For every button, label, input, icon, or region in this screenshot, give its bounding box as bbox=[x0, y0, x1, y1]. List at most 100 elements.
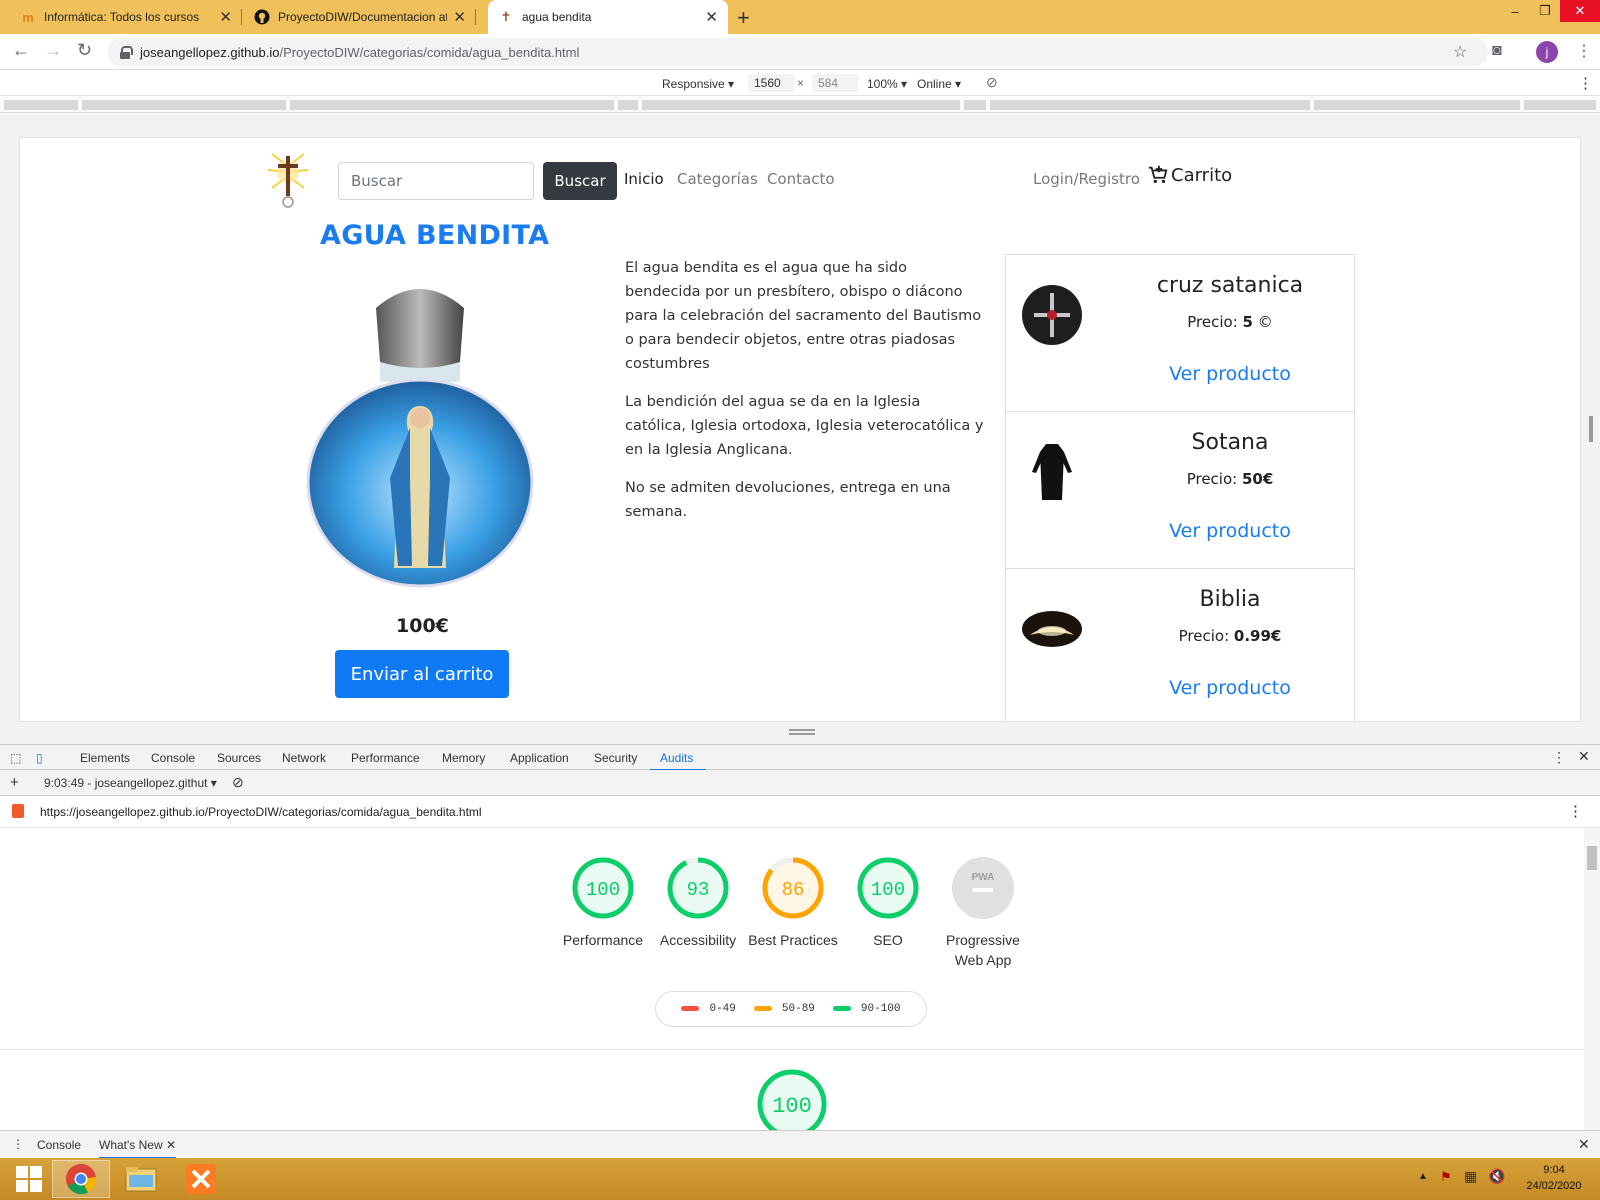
score-gauge-performance[interactable]: 100 Performance bbox=[555, 856, 651, 950]
devtools-drawer: ⋮ Console What's New ✕ ✕ bbox=[0, 1130, 1600, 1159]
close-tab-icon[interactable]: ✕ bbox=[705, 8, 718, 26]
tab-audits[interactable]: Audits bbox=[660, 751, 693, 765]
network-icon[interactable]: ▦ bbox=[1464, 1168, 1477, 1185]
clear-reports-icon[interactable]: ⊘ bbox=[232, 774, 244, 791]
site-logo[interactable] bbox=[267, 152, 309, 210]
profile-avatar[interactable]: j bbox=[1536, 41, 1558, 63]
back-arrow-icon[interactable]: ← bbox=[12, 40, 30, 61]
report-scrollbar[interactable] bbox=[1584, 828, 1600, 1130]
action-center-flag-icon[interactable]: ⚑ bbox=[1440, 1169, 1452, 1185]
drawer-menu-icon[interactable]: ⋮ bbox=[12, 1137, 24, 1151]
new-audit-icon[interactable]: + bbox=[10, 774, 19, 791]
nav-categorias[interactable]: Categorías bbox=[677, 170, 758, 188]
camera-icon[interactable]: ◙ bbox=[1492, 42, 1502, 60]
report-url[interactable]: https://joseangellopez.github.io/Proyect… bbox=[40, 805, 482, 819]
tab-console[interactable]: Console bbox=[151, 751, 195, 765]
score-gauge-accessibility[interactable]: 93 Accessibility bbox=[650, 856, 746, 950]
tab-network[interactable]: Network bbox=[282, 751, 326, 765]
tab-moodle[interactable]: m Informática: Todos los cursos ✕ bbox=[10, 0, 242, 34]
network-throttle-select[interactable]: Online ▾ bbox=[917, 77, 961, 91]
devtools-menu-icon[interactable]: ⋮ bbox=[1552, 749, 1566, 766]
browser-menu-icon[interactable]: ⋮ bbox=[1576, 41, 1592, 61]
description-paragraph: No se admiten devoluciones, entrega en u… bbox=[625, 480, 951, 520]
product-card: Sotana Precio: 50€ Ver producto bbox=[1005, 411, 1355, 569]
tab-performance[interactable]: Performance bbox=[351, 751, 420, 765]
url-path: /ProyectoDIW/categorias/comida/agua_bend… bbox=[279, 44, 580, 60]
new-tab-button[interactable]: + bbox=[737, 5, 750, 31]
viewport-width-input[interactable]: 1560 bbox=[748, 74, 794, 92]
report-select[interactable]: 9:03:49 - joseangellopez.githut ▾ bbox=[44, 776, 217, 790]
device-more-icon[interactable]: ⋮ bbox=[1578, 74, 1593, 92]
cassock-thumbnail[interactable] bbox=[1022, 442, 1082, 502]
nav-cart[interactable]: Carrito bbox=[1147, 164, 1232, 186]
moodle-icon: m bbox=[22, 9, 34, 25]
add-to-cart-button[interactable]: Enviar al carrito bbox=[335, 650, 509, 698]
viewport-width-resize-handle[interactable] bbox=[1589, 416, 1593, 442]
score-label: Performance bbox=[562, 932, 644, 948]
window-close-button[interactable]: ✕ bbox=[1560, 0, 1600, 22]
bible-thumbnail[interactable] bbox=[1022, 599, 1082, 659]
drawer-tab-console[interactable]: Console bbox=[37, 1138, 81, 1152]
taskbar-clock[interactable]: 9:04 24/02/2020 bbox=[1514, 1162, 1594, 1194]
forward-arrow-icon[interactable]: → bbox=[44, 40, 62, 61]
start-button[interactable] bbox=[0, 1160, 58, 1198]
taskbar-chrome[interactable] bbox=[52, 1160, 110, 1198]
devtools-close-icon[interactable]: ✕ bbox=[1578, 748, 1590, 765]
score-gauge-seo[interactable]: 100 SEO bbox=[840, 856, 936, 950]
score-label: SEO bbox=[873, 932, 903, 948]
score-value: 100 bbox=[586, 879, 620, 901]
description-paragraph: El agua bendita es el agua que ha sido b… bbox=[625, 260, 982, 372]
score-gauge-progressive-web-app[interactable]: PWA Progressive Web App bbox=[935, 856, 1031, 970]
tab-application[interactable]: Application bbox=[510, 751, 569, 765]
url-host: joseangellopez.github.io bbox=[140, 44, 280, 60]
cart-icon bbox=[1148, 165, 1168, 184]
drawer-close-icon[interactable]: ✕ bbox=[1578, 1136, 1590, 1153]
close-tab-icon[interactable]: ✕ bbox=[453, 8, 466, 26]
tab-sources[interactable]: Sources bbox=[217, 751, 261, 765]
satanic-cross-thumbnail[interactable] bbox=[1022, 285, 1082, 345]
address-bar[interactable]: joseangellopez.github.io/ProyectoDIW/cat… bbox=[108, 38, 1488, 66]
tab-memory[interactable]: Memory bbox=[442, 751, 485, 765]
media-query-bar[interactable] bbox=[0, 97, 1600, 113]
view-product-link[interactable]: Ver producto bbox=[1106, 363, 1354, 385]
taskbar-file-explorer[interactable] bbox=[112, 1160, 170, 1198]
audit-report: 100 Performance 93 Accessibility 86 Best Prac… bbox=[0, 828, 1584, 1130]
tray-arrow-icon[interactable]: ▲ bbox=[1418, 1171, 1428, 1182]
device-toggle-icon[interactable]: ▯ bbox=[36, 751, 43, 765]
tab-security[interactable]: Security bbox=[594, 751, 637, 765]
viewport-height-input[interactable]: 584 bbox=[812, 74, 858, 92]
volume-muted-icon[interactable]: 🔇 bbox=[1488, 1168, 1505, 1185]
drawer-tab-whats-new[interactable]: What's New ✕ bbox=[99, 1138, 177, 1159]
rotate-icon[interactable]: ⊘ bbox=[986, 74, 998, 91]
reload-icon[interactable]: ↻ bbox=[77, 40, 92, 61]
nav-login[interactable]: Login/Registro bbox=[1033, 170, 1140, 188]
lighthouse-icon bbox=[12, 804, 24, 818]
viewport-height-resize-handle[interactable] bbox=[789, 729, 815, 735]
device-mode-select[interactable]: Responsive ▾ bbox=[662, 77, 734, 91]
inspect-element-icon[interactable]: ⬚ bbox=[10, 751, 21, 765]
legend-swatch bbox=[753, 1005, 772, 1011]
close-tab-icon[interactable]: ✕ bbox=[219, 8, 232, 26]
tab-github[interactable]: ProyectoDIW/Documentacion at ✕ bbox=[244, 0, 476, 34]
search-input[interactable]: Buscar bbox=[338, 162, 534, 200]
devtools-tabbar: ⬚ ▯ Elements Console Sources Network Per… bbox=[0, 744, 1600, 771]
tab-elements[interactable]: Elements bbox=[80, 751, 130, 765]
score-value: 93 bbox=[687, 879, 710, 901]
view-product-link[interactable]: Ver producto bbox=[1106, 520, 1354, 542]
nav-inicio[interactable]: Inicio bbox=[624, 170, 664, 188]
restore-button[interactable]: ❐ bbox=[1530, 0, 1560, 22]
tab-agua-bendita[interactable]: ✝ agua bendita ✕ bbox=[488, 0, 728, 34]
score-gauge-best-practices[interactable]: 86 Best Practices bbox=[745, 856, 841, 950]
search-button[interactable]: Buscar bbox=[543, 162, 617, 200]
taskbar-xampp[interactable] bbox=[172, 1160, 230, 1198]
nav-contacto[interactable]: Contacto bbox=[767, 170, 835, 188]
view-product-link[interactable]: Ver producto bbox=[1106, 677, 1354, 699]
product-name: cruz satanica bbox=[1156, 273, 1304, 298]
zoom-select[interactable]: 100% ▾ bbox=[867, 77, 907, 91]
chrome-icon bbox=[66, 1164, 97, 1195]
minimize-button[interactable]: – bbox=[1500, 0, 1530, 22]
dimension-times-icon: × bbox=[797, 76, 805, 90]
score-label: Best Practices bbox=[748, 932, 838, 948]
report-menu-icon[interactable]: ⋮ bbox=[1568, 802, 1583, 820]
bookmark-star-icon[interactable]: ☆ bbox=[1453, 42, 1467, 62]
